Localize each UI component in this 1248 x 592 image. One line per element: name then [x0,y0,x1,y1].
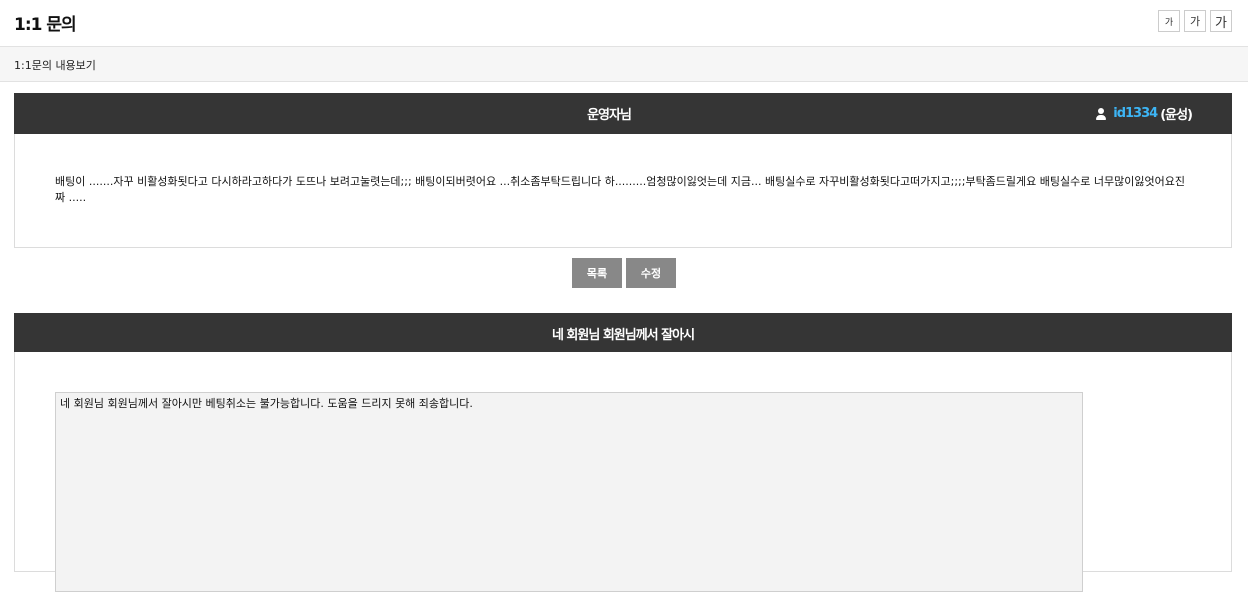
font-size-medium-button[interactable]: 가 [1184,10,1206,32]
author-id: id1334 [1113,106,1158,121]
author-name: (윤성) [1160,108,1193,123]
breadcrumb: 1:1문의 내용보기 [14,59,96,72]
user-icon [1096,107,1107,120]
answer-header: 네 회원님 회원님께서 잘아시 [14,313,1232,352]
question-author: id1334 (윤성) [1096,104,1193,123]
answer-section: 네 회원님 회원님께서 잘아시만 베팅취소는 불가능합니다. 도움을 드리지 못… [14,352,1232,592]
breadcrumb-bar: 1:1문의 내용보기 [0,46,1248,82]
font-size-large-button[interactable]: 가 [1210,10,1232,32]
question-body: 배팅이 .......자꾸 비활성화됫다고 다시하라고하다가 도뜨나 보려고눌렷… [14,134,1232,248]
question-title: 운영자님 [587,108,632,123]
font-size-controls: 가 가 가 [1158,10,1232,32]
answer-title: 네 회원님 회원님께서 잘아시 [551,328,695,343]
list-button[interactable]: 목록 [572,258,622,288]
font-size-small-button[interactable]: 가 [1158,10,1180,32]
page-header: 1:1 문의 가 가 가 [0,0,1248,46]
question-text: 배팅이 .......자꾸 비활성화됫다고 다시하라고하다가 도뜨나 보려고눌렷… [55,175,1185,204]
page-title: 1:1 문의 [14,15,77,35]
question-header: 운영자님 id1334 (윤성) [14,93,1232,134]
action-buttons: 목록 수정 [0,258,1248,288]
edit-button[interactable]: 수정 [626,258,676,288]
answer-text-box: 네 회원님 회원님께서 잘아시만 베팅취소는 불가능합니다. 도움을 드리지 못… [55,392,1083,592]
